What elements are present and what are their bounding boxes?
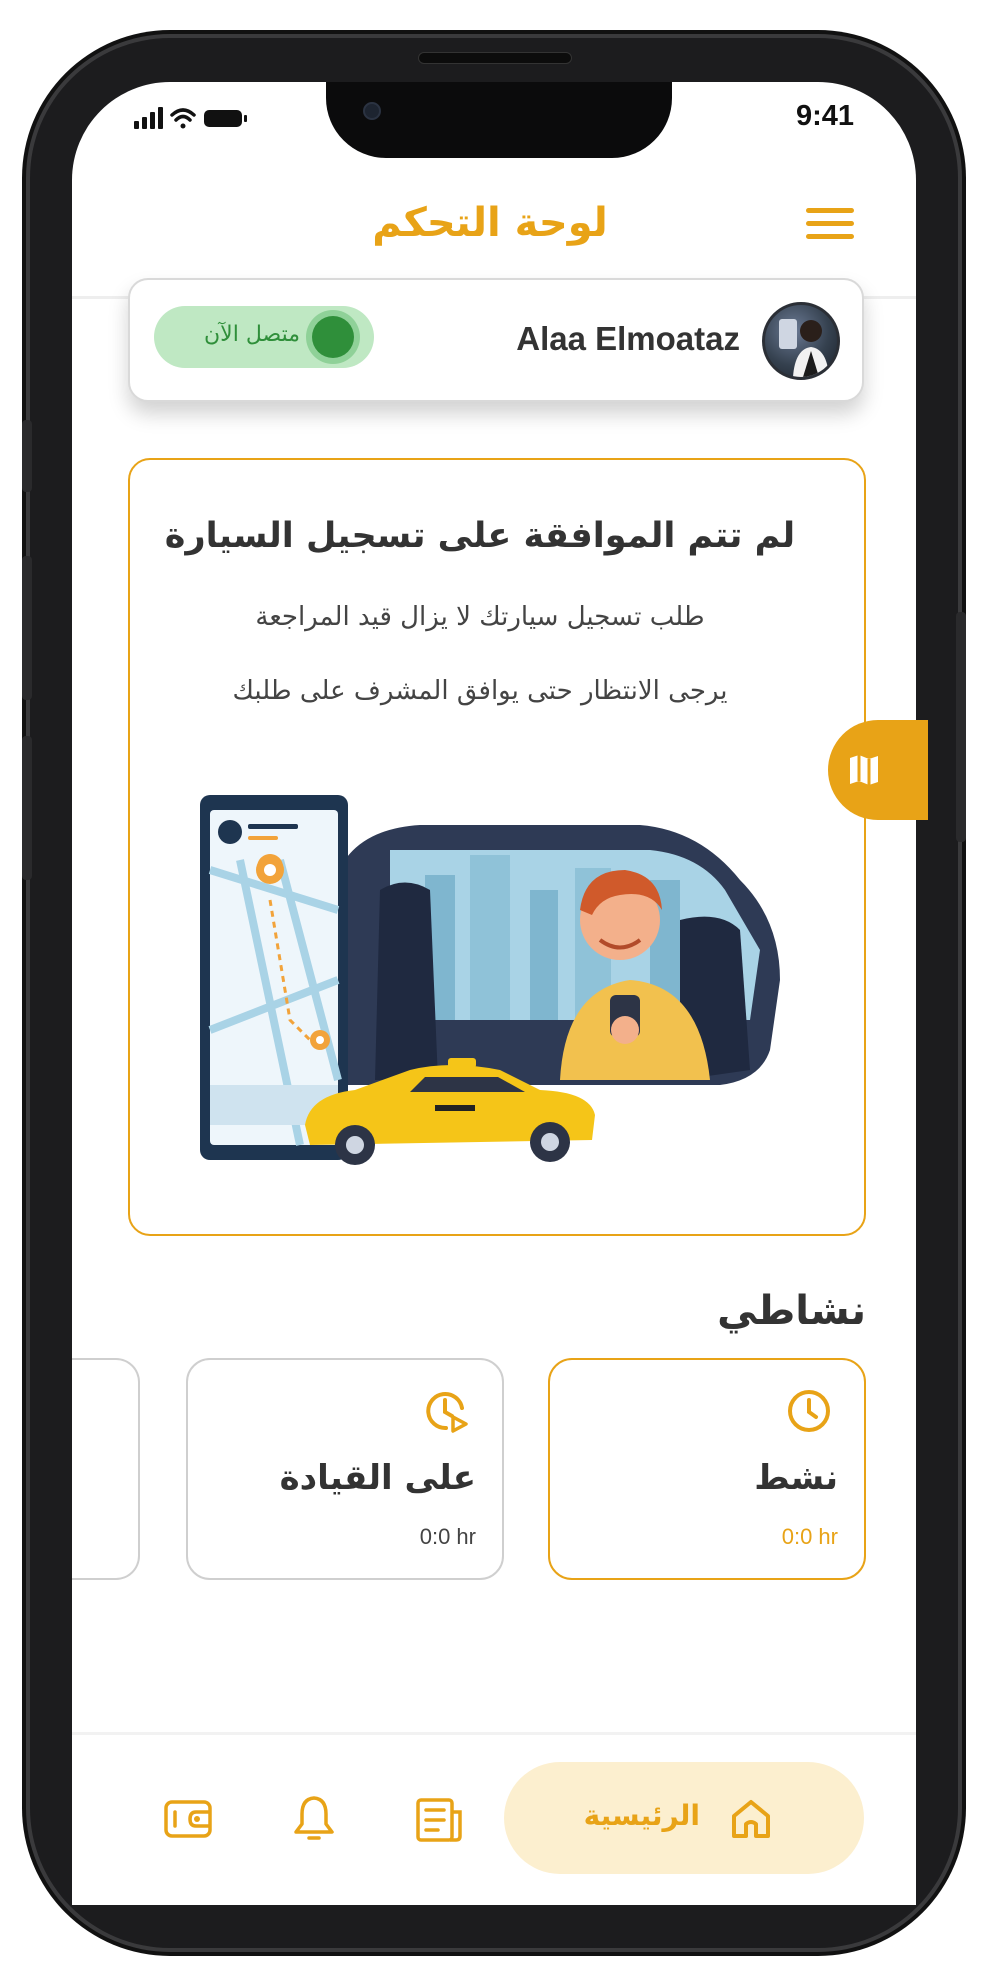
online-status-label: متصل الآن: [204, 322, 300, 347]
status-time: 9:41: [796, 100, 855, 132]
map-icon: [846, 752, 882, 792]
notch: [326, 82, 672, 158]
front-camera: [363, 102, 381, 120]
signal-icon: [134, 107, 163, 129]
activity-card-partial[interactable]: [72, 1358, 140, 1580]
bell-icon[interactable]: [288, 1792, 340, 1844]
volume-down-button: [22, 736, 32, 880]
status-icons: [134, 105, 262, 137]
mute-switch: [22, 420, 32, 492]
notice-message-2: يرجى الانتظار حتى يوافق المشرف على طلبك: [232, 676, 728, 706]
nav-home-label: الرئيسية: [583, 1799, 700, 1832]
hamburger-menu-icon[interactable]: [806, 206, 856, 242]
notice-title: لم تتم الموافقة على تسجيل السيارة: [164, 516, 796, 556]
activity-active-value: 0:0 hr: [781, 1524, 838, 1549]
wallet-icon[interactable]: [162, 1794, 214, 1846]
user-name: Alaa Elmoataz: [516, 320, 740, 357]
volume-up-button: [22, 556, 32, 700]
toggle-knob[interactable]: [312, 316, 354, 358]
activity-active-label: نشط: [754, 1458, 838, 1498]
driver-illustration: [180, 780, 810, 1180]
wifi-icon: [170, 108, 196, 129]
page-title: لوحة التحكم: [372, 200, 608, 246]
activity-driving-label: على القيادة: [279, 1458, 476, 1498]
clock-play-icon: [424, 1388, 470, 1434]
activity-section-title: نشاطي: [717, 1288, 866, 1334]
battery-icon: [204, 110, 247, 127]
news-icon[interactable]: [414, 1794, 466, 1846]
avatar[interactable]: [762, 302, 840, 380]
activity-driving-value: 0:0 hr: [419, 1524, 476, 1549]
home-icon: [728, 1796, 774, 1846]
notice-message-1: طلب تسجيل سيارتك لا يزال قيد المراجعة: [255, 602, 705, 632]
speaker-grille: [418, 52, 572, 64]
clock-icon: [786, 1388, 832, 1434]
power-button: [956, 612, 966, 842]
